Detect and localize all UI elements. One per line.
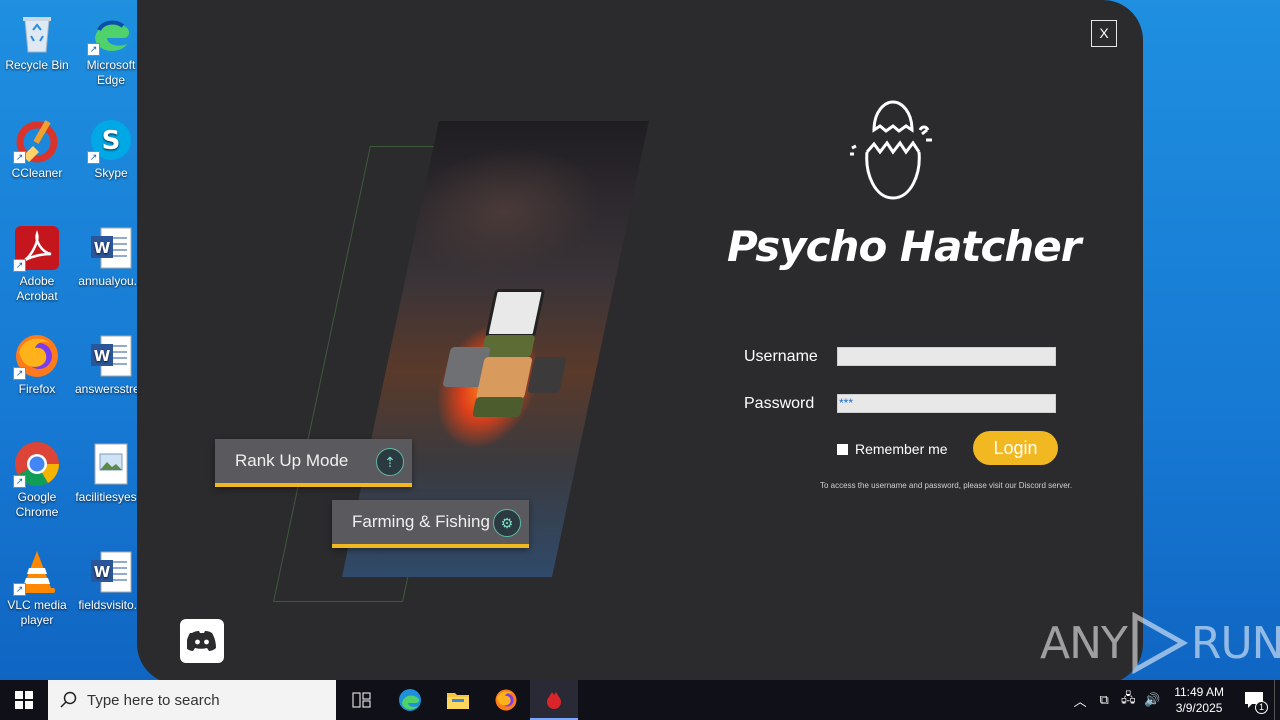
farming-fishing-label: Farming & Fishing [352, 512, 490, 531]
desktop-icon-ccleaner[interactable]: ↗ CCleaner [1, 116, 73, 181]
discord-hint-text: To access the username and password, ple… [820, 481, 1073, 490]
shortcut-arrow-icon: ↗ [13, 367, 26, 380]
start-button[interactable] [0, 680, 48, 720]
desktop-icon-label: Recycle Bin [5, 58, 69, 72]
shortcut-arrow-icon: ↗ [13, 151, 26, 164]
shortcut-arrow-icon: ↗ [13, 583, 26, 596]
svg-text:S: S [102, 126, 121, 156]
clock-time: 11:49 AM [1174, 685, 1224, 699]
rank-up-mode-label: Rank Up Mode [235, 451, 349, 470]
edge-icon [399, 689, 421, 711]
checkbox-icon [837, 443, 848, 455]
volume-icon[interactable]: 🔊 [1140, 692, 1164, 708]
acrobat-icon: ↗ [13, 224, 61, 272]
shortcut-arrow-icon: ↗ [87, 43, 100, 56]
watermark-text-left: ANY [1040, 617, 1128, 669]
psycho-hatcher-icon [547, 692, 561, 709]
remember-me-label: Remember me [855, 441, 948, 457]
rank-up-mode-button[interactable]: Rank Up Mode ⇡ [215, 439, 412, 487]
word-doc-icon: W [87, 332, 135, 380]
discord-button[interactable] [180, 619, 224, 663]
svg-text:W: W [94, 239, 111, 257]
app-title: Psycho Hatcher [727, 222, 1082, 271]
shortcut-arrow-icon: ↗ [87, 151, 100, 164]
shortcut-arrow-icon: ↗ [13, 475, 26, 488]
taskbar: Type here to search ︿ ⧉ 🖧 🔊 11:49 AM 3/9… [0, 680, 1280, 720]
desktop-icon-vlc[interactable]: ↗ VLC media player [1, 548, 73, 628]
vlc-icon: ↗ [13, 548, 61, 596]
username-label: Username [744, 348, 818, 365]
desktop-icon-label: Firefox [18, 382, 56, 396]
remember-me-checkbox[interactable]: Remember me [837, 441, 948, 457]
close-button[interactable]: X [1091, 20, 1117, 47]
desktop-icon-google-chrome[interactable]: ↗ Google Chrome [1, 440, 73, 520]
system-tray: ︿ ⧉ 🖧 🔊 11:49 AM 3/9/2025 1 [1068, 680, 1280, 720]
taskbar-search[interactable]: Type here to search [48, 680, 336, 720]
desktop-icon-label: CCleaner [11, 166, 63, 180]
task-view-button[interactable] [338, 680, 386, 720]
rank-up-icon: ⇡ [376, 448, 404, 476]
taskbar-file-explorer[interactable] [434, 680, 482, 720]
file-explorer-icon [447, 693, 469, 709]
watermark-text-right: RUN [1190, 617, 1280, 669]
chevron-up-icon[interactable]: ︿ [1068, 691, 1092, 710]
password-label: Password [744, 395, 815, 412]
image-file-icon [87, 440, 135, 488]
username-input[interactable] [837, 347, 1056, 366]
network-icon[interactable]: 🖧 [1116, 689, 1140, 711]
task-view-icon [352, 692, 371, 708]
clock[interactable]: 11:49 AM 3/9/2025 [1164, 684, 1234, 716]
taskbar-firefox[interactable] [482, 680, 530, 720]
windows-icon [15, 691, 33, 709]
word-doc-icon: W [87, 548, 135, 596]
desktop-icon-recycle-bin[interactable]: Recycle Bin [1, 8, 73, 73]
login-button[interactable]: Login [973, 431, 1058, 465]
farming-fishing-button[interactable]: Farming & Fishing ⚙ [332, 500, 529, 548]
character-cube [472, 397, 525, 417]
egg-logo-icon [850, 100, 932, 200]
chrome-icon: ↗ [13, 440, 61, 488]
edge-icon: ↗ [87, 8, 135, 56]
password-input[interactable]: *** [837, 394, 1056, 413]
show-desktop-button[interactable] [1274, 680, 1280, 720]
recycle-bin-icon [13, 8, 61, 56]
anyrun-watermark: ANY RUN [1040, 612, 1280, 674]
character-cube [527, 357, 567, 393]
character-cube [485, 289, 546, 337]
character-cube [475, 357, 533, 399]
ccleaner-icon: ↗ [13, 116, 61, 164]
notification-count: 1 [1255, 701, 1268, 714]
word-doc-icon: W [87, 224, 135, 272]
discord-icon [187, 631, 216, 651]
play-icon [1132, 612, 1188, 674]
desktop-icon-adobe-acrobat[interactable]: ↗ Adobe Acrobat [1, 224, 73, 304]
farming-icon: ⚙ [493, 509, 521, 537]
taskbar-psycho-hatcher[interactable] [530, 680, 578, 720]
svg-text:W: W [94, 563, 111, 581]
search-placeholder: Type here to search [87, 691, 220, 709]
shortcut-arrow-icon: ↗ [13, 259, 26, 272]
skype-icon: S ↗ [87, 116, 135, 164]
firefox-icon [495, 689, 517, 711]
svg-text:W: W [94, 347, 111, 365]
desktop-icon-label: Adobe Acrobat [16, 274, 58, 303]
desktop-icon-label: VLC media player [7, 598, 67, 627]
desktop-icon-label: Google Chrome [15, 490, 59, 519]
clock-date: 3/9/2025 [1175, 701, 1223, 715]
firefox-icon: ↗ [13, 332, 61, 380]
taskbar-edge[interactable] [386, 680, 434, 720]
search-icon [60, 691, 77, 708]
notification-center-button[interactable]: 1 [1234, 680, 1274, 720]
desktop-icon-firefox[interactable]: ↗ Firefox [1, 332, 73, 397]
meet-now-icon[interactable]: ⧉ [1092, 692, 1116, 708]
psycho-hatcher-window: X Rank Up Mode ⇡ Farming & Fishing ⚙ Psy… [137, 0, 1143, 684]
